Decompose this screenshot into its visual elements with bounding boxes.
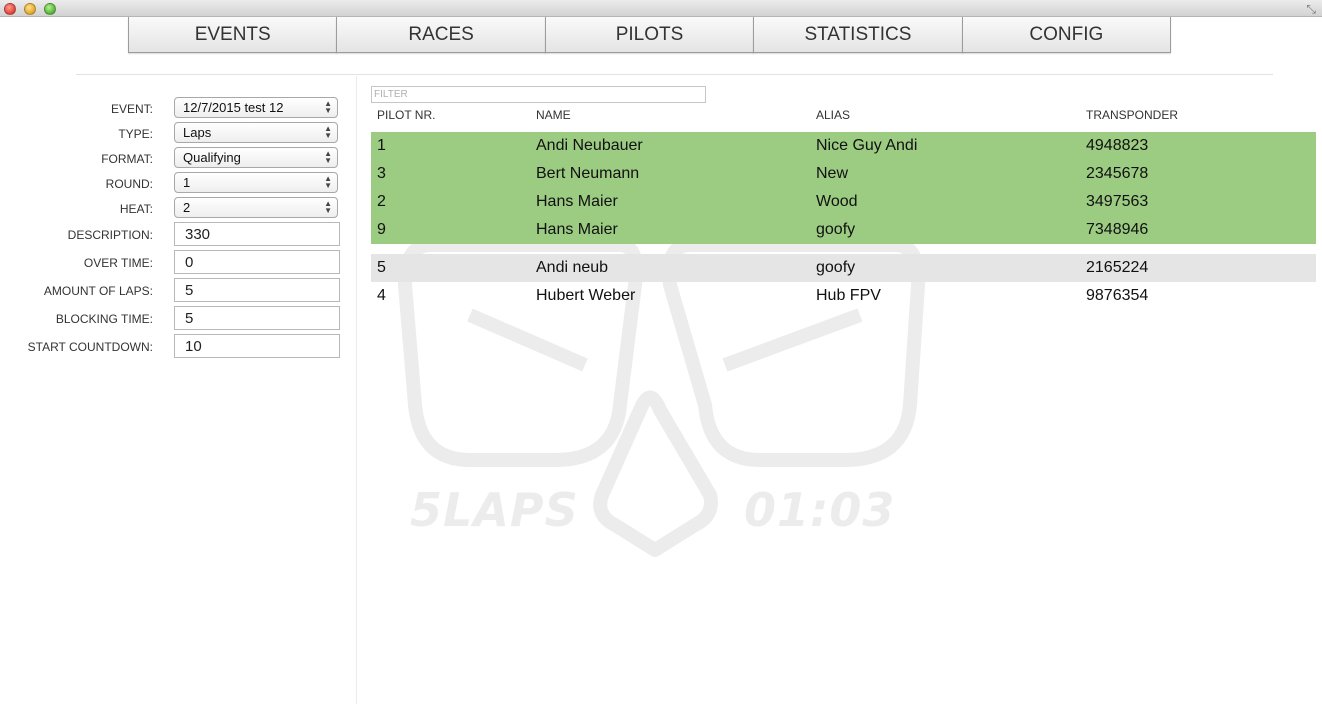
blocking-time-label: BLOCKING TIME: (55, 312, 153, 326)
description-field[interactable]: 330 (174, 222, 340, 246)
select-arrows-icon: ▲ ▼ (324, 174, 332, 190)
round-select[interactable]: 1 ▲ ▼ (174, 172, 338, 193)
event-label: EVENT: (110, 102, 153, 116)
pilot-alias-cell: Nice Guy Andi (816, 137, 918, 154)
pilot-alias-cell: Wood (816, 193, 858, 210)
type-select[interactable]: Laps ▲ ▼ (174, 122, 338, 143)
heat-label: HEAT: (119, 202, 153, 216)
close-window-button[interactable] (4, 3, 16, 15)
pilot-alias-cell: Hub FPV (816, 287, 881, 304)
pilot-alias-cell: New (816, 165, 849, 182)
pilot-name-cell: Hans Maier (536, 221, 618, 238)
pilot-transponder-cell: 2345678 (1086, 165, 1149, 182)
pilot-transponder-cell: 4948823 (1086, 137, 1149, 154)
select-arrows-icon: ▲ ▼ (324, 99, 332, 115)
pilot-name-cell: Hans Maier (536, 193, 618, 210)
start-countdown-label: START COUNTDOWN: (27, 340, 153, 354)
round-label: ROUND: (105, 177, 153, 191)
zoom-window-button[interactable] (44, 3, 56, 15)
event-select[interactable]: 12/7/2015 test 12 ▲ ▼ (174, 97, 338, 118)
fullscreen-arrows-icon[interactable]: ⤡ (1306, 2, 1316, 17)
minimize-window-button[interactable] (24, 3, 36, 15)
over-time-field[interactable]: 0 (174, 250, 340, 274)
round-value: 1 (183, 175, 191, 190)
select-arrows-icon: ▲ ▼ (324, 124, 332, 140)
pilot-transponder-cell: 7348946 (1086, 221, 1149, 238)
header-divider (76, 74, 1273, 75)
amount-of-laps-label: AMOUNT OF LAPS: (43, 284, 153, 298)
table-row[interactable]: 1 Andi Neubauer Nice Guy Andi 4948823 (371, 132, 1316, 160)
filter-input[interactable]: FILTER (371, 86, 706, 103)
pilot-name-cell: Andi Neubauer (536, 137, 643, 154)
column-header-pilot-nr[interactable]: PILOT NR. (377, 108, 435, 122)
description-label: DESCRIPTION: (67, 228, 153, 242)
blocking-time-field[interactable]: 5 (174, 306, 340, 330)
pilot-name-cell: Bert Neumann (536, 165, 640, 182)
amount-of-laps-field[interactable]: 5 (174, 278, 340, 302)
select-arrows-icon: ▲ ▼ (324, 199, 332, 215)
panel-divider (356, 76, 357, 704)
pilot-transponder-cell: 9876354 (1086, 287, 1149, 304)
filter-placeholder: FILTER (374, 89, 408, 100)
event-value: 12/7/2015 test 12 (183, 100, 284, 115)
tab-statistics[interactable]: STATISTICS (753, 17, 963, 53)
watermark-time: 01:03 (744, 483, 896, 537)
pilot-name-cell: Andi neub (536, 259, 609, 276)
tab-config[interactable]: CONFIG (961, 17, 1172, 53)
pilot-name-cell: Hubert Weber (536, 287, 636, 304)
format-value: Qualifying (183, 150, 241, 165)
heat-select[interactable]: 2 ▲ ▼ (174, 197, 338, 218)
column-header-alias[interactable]: ALIAS (816, 108, 850, 122)
pilot-nr-cell: 5 (377, 259, 386, 276)
start-countdown-field[interactable]: 10 (174, 334, 340, 358)
watermark-brand: 5LAPS (410, 483, 579, 537)
select-arrows-icon: ▲ ▼ (324, 149, 332, 165)
main-nav: EVENTS RACES PILOTS STATISTICS CONFIG (128, 17, 1172, 53)
pilot-nr-cell: 9 (377, 221, 386, 238)
tab-races[interactable]: RACES (336, 17, 546, 53)
type-label: TYPE: (118, 127, 153, 141)
heat-value: 2 (183, 200, 191, 215)
table-row[interactable]: 5 Andi neub goofy 2165224 (371, 254, 1316, 282)
over-time-label: OVER TIME: (83, 256, 153, 270)
tab-events[interactable]: EVENTS (128, 17, 338, 53)
table-row[interactable]: 4 Hubert Weber Hub FPV 9876354 (371, 282, 1316, 310)
pilot-nr-cell: 1 (377, 137, 386, 154)
format-select[interactable]: Qualifying ▲ ▼ (174, 147, 338, 168)
pilot-transponder-cell: 2165224 (1086, 259, 1149, 276)
pilot-alias-cell: goofy (816, 221, 856, 238)
pilot-nr-cell: 2 (377, 193, 386, 210)
table-row[interactable]: 9 Hans Maier goofy 7348946 (371, 216, 1316, 244)
format-label: FORMAT: (101, 152, 153, 166)
title-bar: ⤡ (0, 0, 1322, 17)
table-row[interactable]: 2 Hans Maier Wood 3497563 (371, 188, 1316, 216)
tab-pilots[interactable]: PILOTS (544, 17, 755, 53)
pilot-nr-cell: 3 (377, 165, 386, 182)
table-row[interactable]: 3 Bert Neumann New 2345678 (371, 160, 1316, 188)
column-header-transponder[interactable]: TRANSPONDER (1086, 108, 1178, 122)
pilot-alias-cell: goofy (816, 259, 856, 276)
pilot-transponder-cell: 3497563 (1086, 193, 1149, 210)
column-header-name[interactable]: NAME (536, 108, 571, 122)
pilot-nr-cell: 4 (377, 287, 386, 304)
type-value: Laps (183, 125, 212, 140)
